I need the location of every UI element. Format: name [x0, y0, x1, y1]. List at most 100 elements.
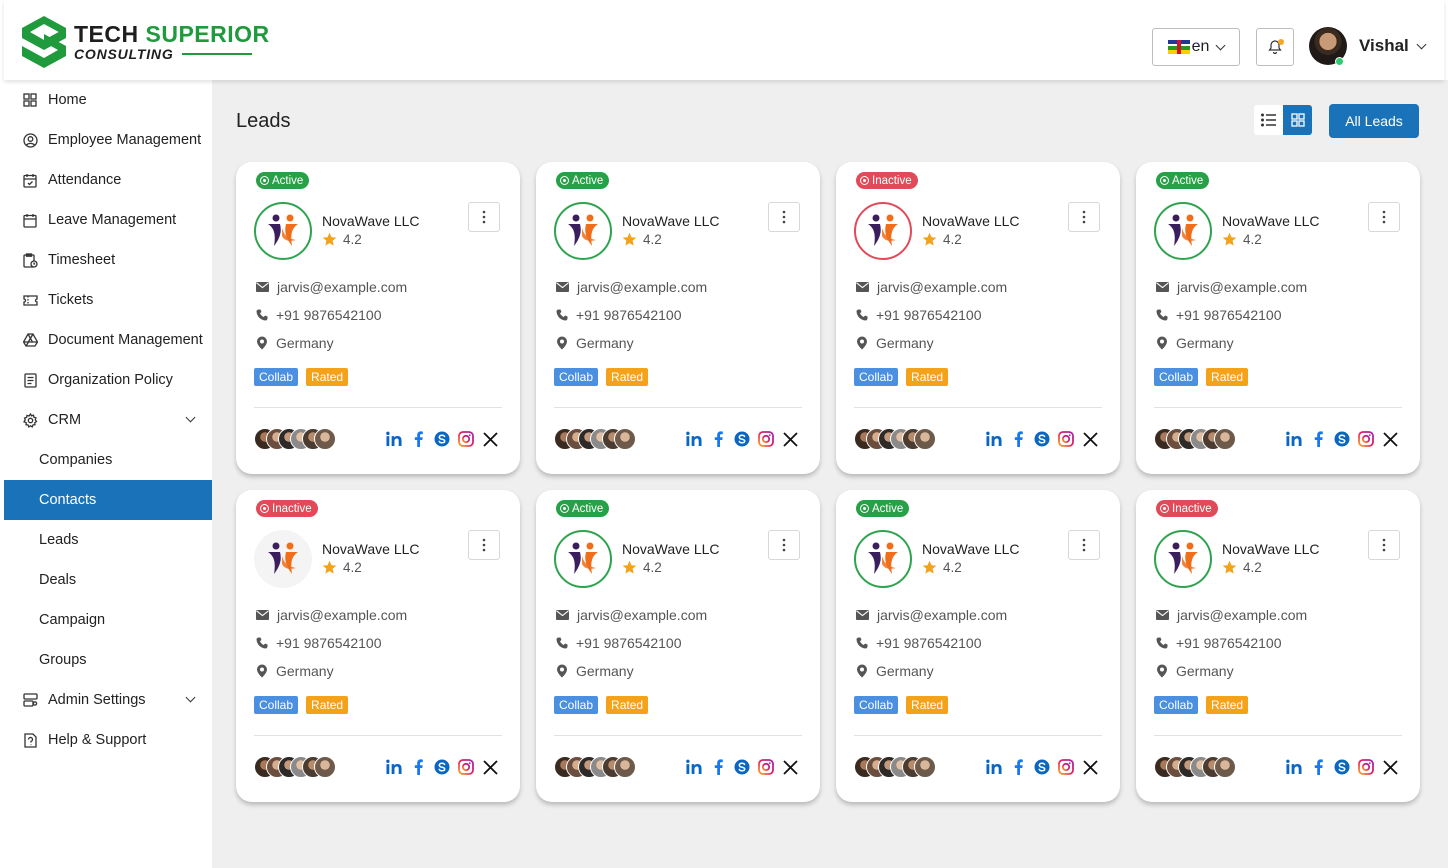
- tag-rated[interactable]: Rated: [906, 696, 949, 714]
- facebook-link[interactable]: [1010, 757, 1026, 777]
- member-avatars[interactable]: [854, 756, 936, 778]
- more-options-button[interactable]: [1068, 202, 1100, 232]
- x-twitter-link[interactable]: [482, 429, 498, 449]
- contact-email[interactable]: jarvis@example.com: [556, 607, 707, 623]
- sidebar-item-attendance[interactable]: Attendance: [4, 160, 212, 200]
- x-twitter-link[interactable]: [782, 757, 798, 777]
- contact-phone[interactable]: +91 9876542100: [556, 635, 682, 651]
- sidebar-item-leads[interactable]: Leads: [4, 520, 212, 560]
- sidebar-item-tickets[interactable]: Tickets: [4, 280, 212, 320]
- member-avatars[interactable]: [554, 428, 636, 450]
- more-options-button[interactable]: [768, 530, 800, 560]
- instagram-link[interactable]: [458, 429, 474, 449]
- tag-collab[interactable]: Collab: [854, 368, 899, 386]
- skype-link[interactable]: [734, 757, 750, 777]
- skype-link[interactable]: [1034, 757, 1050, 777]
- tag-rated[interactable]: Rated: [606, 696, 649, 714]
- lead-card[interactable]: Active NovaWave LLC 4.2 jarvis@example.c…: [236, 162, 520, 474]
- linkedin-link[interactable]: [986, 757, 1002, 777]
- lead-card[interactable]: Active NovaWave LLC 4.2 jarvis@example.c…: [1136, 162, 1420, 474]
- sidebar-item-help-support[interactable]: Help & Support: [4, 720, 212, 760]
- sidebar-item-employee-management[interactable]: Employee Management: [4, 120, 212, 160]
- tag-collab[interactable]: Collab: [854, 696, 899, 714]
- x-twitter-link[interactable]: [1382, 757, 1398, 777]
- tag-collab[interactable]: Collab: [1154, 696, 1199, 714]
- x-twitter-link[interactable]: [1382, 429, 1398, 449]
- contact-email[interactable]: jarvis@example.com: [856, 279, 1007, 295]
- tag-collab[interactable]: Collab: [254, 696, 299, 714]
- contact-email[interactable]: jarvis@example.com: [1156, 279, 1307, 295]
- member-avatars[interactable]: [1154, 756, 1236, 778]
- sidebar-item-campaign[interactable]: Campaign: [4, 600, 212, 640]
- more-options-button[interactable]: [468, 202, 500, 232]
- sidebar-item-companies[interactable]: Companies: [4, 440, 212, 480]
- tag-rated[interactable]: Rated: [606, 368, 649, 386]
- member-avatars[interactable]: [854, 428, 936, 450]
- contact-phone[interactable]: +91 9876542100: [256, 635, 382, 651]
- contact-phone[interactable]: +91 9876542100: [856, 307, 982, 323]
- contact-email[interactable]: jarvis@example.com: [256, 279, 407, 295]
- sidebar-item-crm[interactable]: CRM: [4, 400, 212, 440]
- tag-rated[interactable]: Rated: [906, 368, 949, 386]
- tag-rated[interactable]: Rated: [1206, 696, 1249, 714]
- tag-rated[interactable]: Rated: [306, 696, 349, 714]
- list-view-button[interactable]: [1254, 105, 1283, 135]
- x-twitter-link[interactable]: [782, 429, 798, 449]
- tag-collab[interactable]: Collab: [554, 696, 599, 714]
- lead-card[interactable]: Active NovaWave LLC 4.2 jarvis@example.c…: [536, 162, 820, 474]
- x-twitter-link[interactable]: [482, 757, 498, 777]
- skype-link[interactable]: [434, 429, 450, 449]
- facebook-link[interactable]: [1010, 429, 1026, 449]
- notifications-button[interactable]: [1256, 28, 1294, 66]
- brand-logo[interactable]: TECH SUPERIOR CONSULTING: [20, 14, 270, 70]
- instagram-link[interactable]: [1058, 757, 1074, 777]
- member-avatars[interactable]: [1154, 428, 1236, 450]
- more-options-button[interactable]: [1368, 530, 1400, 560]
- contact-phone[interactable]: +91 9876542100: [856, 635, 982, 651]
- contact-email[interactable]: jarvis@example.com: [256, 607, 407, 623]
- sidebar-item-timesheet[interactable]: Timesheet: [4, 240, 212, 280]
- linkedin-link[interactable]: [1286, 429, 1302, 449]
- instagram-link[interactable]: [1358, 429, 1374, 449]
- member-avatars[interactable]: [554, 756, 636, 778]
- member-avatars[interactable]: [254, 756, 336, 778]
- facebook-link[interactable]: [410, 429, 426, 449]
- lead-card[interactable]: Inactive NovaWave LLC 4.2 jarvis@example…: [836, 162, 1120, 474]
- sidebar-item-organization-policy[interactable]: Organization Policy: [4, 360, 212, 400]
- facebook-link[interactable]: [1310, 757, 1326, 777]
- language-selector[interactable]: en: [1152, 28, 1240, 66]
- linkedin-link[interactable]: [686, 757, 702, 777]
- facebook-link[interactable]: [710, 757, 726, 777]
- skype-link[interactable]: [1334, 429, 1350, 449]
- tag-rated[interactable]: Rated: [306, 368, 349, 386]
- facebook-link[interactable]: [410, 757, 426, 777]
- skype-link[interactable]: [434, 757, 450, 777]
- linkedin-link[interactable]: [986, 429, 1002, 449]
- instagram-link[interactable]: [1058, 429, 1074, 449]
- skype-link[interactable]: [734, 429, 750, 449]
- lead-card[interactable]: Inactive NovaWave LLC 4.2 jarvis@example…: [236, 490, 520, 802]
- facebook-link[interactable]: [1310, 429, 1326, 449]
- sidebar-item-leave-management[interactable]: Leave Management: [4, 200, 212, 240]
- sidebar-item-contacts[interactable]: Contacts: [4, 480, 212, 520]
- contact-email[interactable]: jarvis@example.com: [856, 607, 1007, 623]
- linkedin-link[interactable]: [386, 757, 402, 777]
- sidebar-item-document-management[interactable]: Document Management: [4, 320, 212, 360]
- contact-phone[interactable]: +91 9876542100: [256, 307, 382, 323]
- contact-phone[interactable]: +91 9876542100: [1156, 307, 1282, 323]
- instagram-link[interactable]: [1358, 757, 1374, 777]
- tag-collab[interactable]: Collab: [1154, 368, 1199, 386]
- lead-card[interactable]: Active NovaWave LLC 4.2 jarvis@example.c…: [536, 490, 820, 802]
- lead-card[interactable]: Inactive NovaWave LLC 4.2 jarvis@example…: [1136, 490, 1420, 802]
- linkedin-link[interactable]: [1286, 757, 1302, 777]
- instagram-link[interactable]: [758, 757, 774, 777]
- sidebar-item-deals[interactable]: Deals: [4, 560, 212, 600]
- member-avatars[interactable]: [254, 428, 336, 450]
- skype-link[interactable]: [1334, 757, 1350, 777]
- instagram-link[interactable]: [758, 429, 774, 449]
- more-options-button[interactable]: [468, 530, 500, 560]
- more-options-button[interactable]: [768, 202, 800, 232]
- tag-collab[interactable]: Collab: [554, 368, 599, 386]
- contact-email[interactable]: jarvis@example.com: [556, 279, 707, 295]
- contact-email[interactable]: jarvis@example.com: [1156, 607, 1307, 623]
